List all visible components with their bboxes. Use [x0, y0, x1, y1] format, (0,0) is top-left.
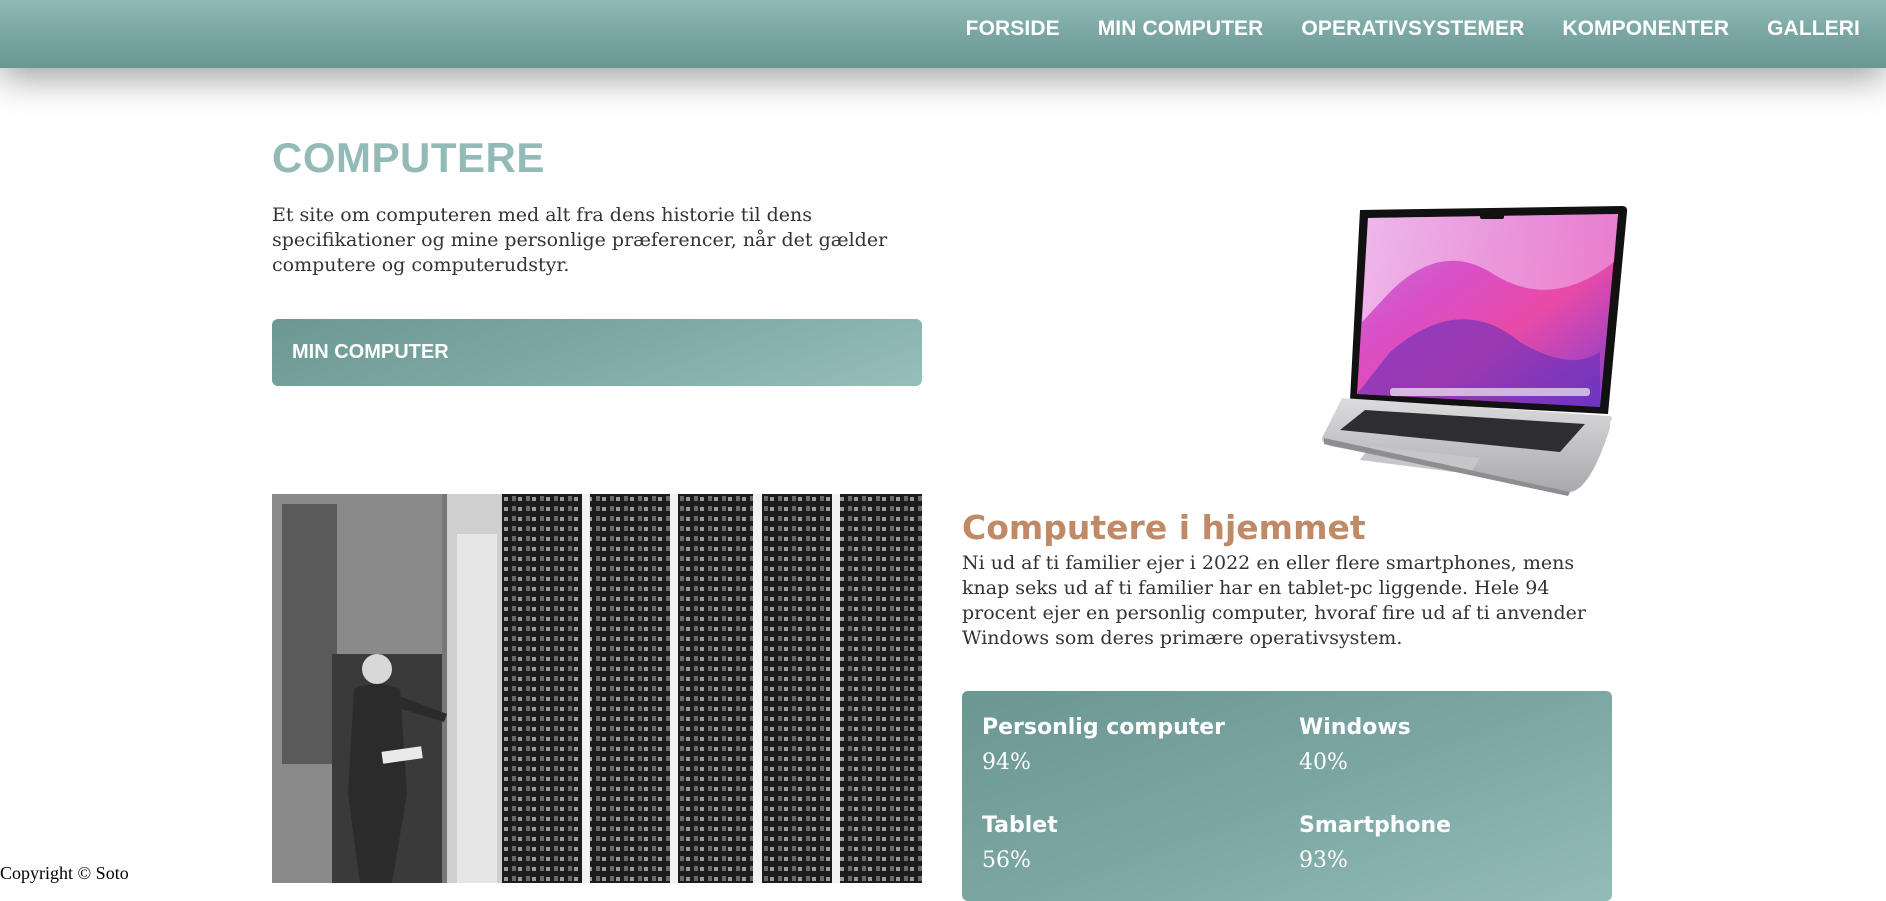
- nav-link-galleri[interactable]: GALLERI: [1767, 17, 1860, 41]
- section-text: Ni ud af ti familier ejer i 2022 en elle…: [962, 552, 1587, 649]
- stat-value: 56%: [982, 848, 1031, 873]
- stat-value: 40%: [1299, 750, 1348, 775]
- stat-personlig-computer: Personlig computer 94%: [982, 715, 1282, 775]
- section-title: Computere i hjemmet: [962, 508, 1366, 547]
- stat-label: Tablet: [982, 813, 1058, 838]
- navbar: FORSIDE MIN COMPUTER OPERATIVSYSTEMER KO…: [0, 0, 1886, 68]
- stat-tablet: Tablet 56%: [982, 813, 1282, 873]
- copyright-text: Copyright © Soto: [0, 863, 129, 883]
- laptop-image: [1190, 202, 1630, 497]
- nav-link-forside[interactable]: FORSIDE: [966, 17, 1060, 41]
- main-navigation: FORSIDE MIN COMPUTER OPERATIVSYSTEMER KO…: [966, 0, 1860, 58]
- nav-link-komponenter[interactable]: KOMPONENTER: [1562, 17, 1729, 41]
- stat-label: Personlig computer: [982, 715, 1226, 740]
- stat-windows: Windows 40%: [1299, 715, 1599, 775]
- historic-computer-photo: [272, 494, 922, 883]
- stat-label: Windows: [1299, 715, 1411, 740]
- stat-smartphone: Smartphone 93%: [1299, 813, 1599, 873]
- intro-text: Et site om computeren med alt fra dens h…: [272, 204, 888, 276]
- stat-value: 94%: [982, 750, 1031, 775]
- nav-link-min-computer[interactable]: MIN COMPUTER: [1098, 17, 1264, 41]
- stat-value: 93%: [1299, 848, 1348, 873]
- min-computer-button[interactable]: MIN COMPUTER: [272, 319, 922, 386]
- page-title: COMPUTERE: [272, 134, 545, 181]
- nav-link-operativsystemer[interactable]: OPERATIVSYSTEMER: [1301, 17, 1524, 41]
- stats-box: Personlig computer 94% Windows 40% Table…: [962, 691, 1612, 901]
- stat-label: Smartphone: [1299, 813, 1452, 838]
